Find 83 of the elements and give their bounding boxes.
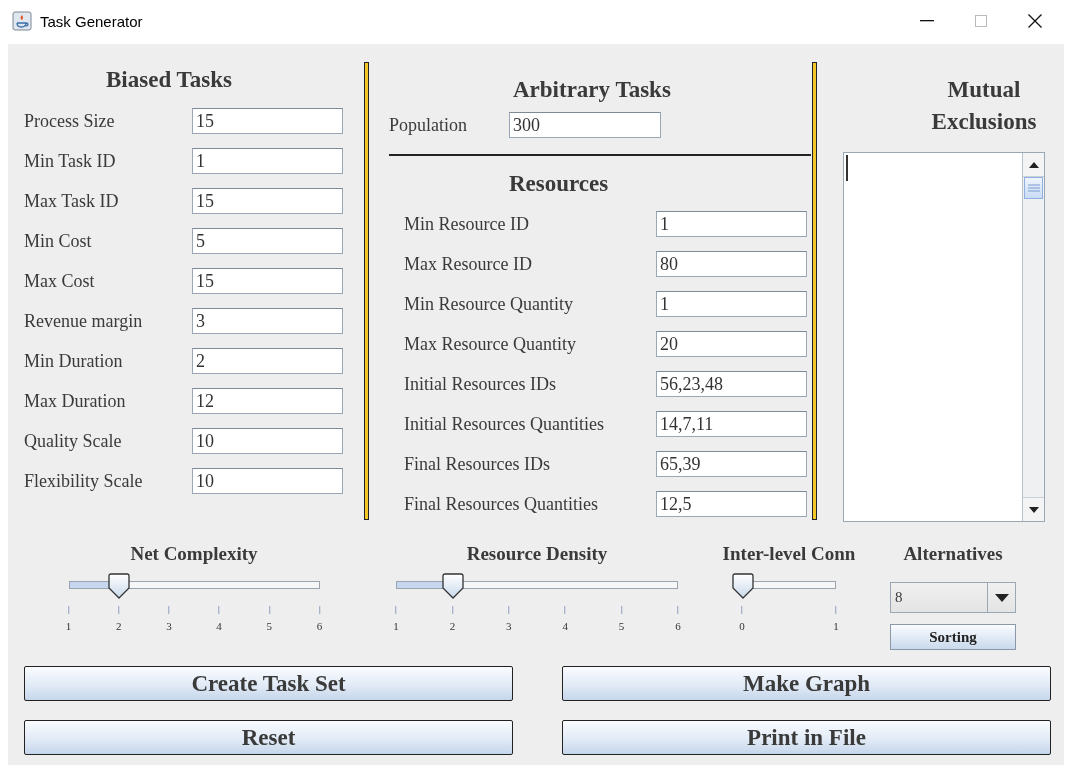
section-title: Biased Tasks bbox=[105, 66, 233, 94]
field-label: Max Resource Quantity bbox=[404, 333, 577, 355]
input-field[interactable]: 5 bbox=[192, 228, 343, 254]
scroll-thumb[interactable] bbox=[1024, 177, 1043, 199]
scroll-down-button[interactable] bbox=[1023, 497, 1044, 521]
slider-thumb[interactable] bbox=[731, 573, 755, 599]
input-field[interactable]: 15 bbox=[192, 108, 343, 134]
sorting-button[interactable]: Sorting bbox=[890, 624, 1016, 650]
section-title: Resources bbox=[508, 170, 610, 198]
field-label: Final Resources IDs bbox=[404, 453, 551, 475]
field-label: Min Cost bbox=[24, 230, 93, 252]
slider-label: Net Complexity bbox=[130, 542, 258, 566]
window-title: Task Generator bbox=[40, 12, 144, 30]
input-field[interactable]: 20 bbox=[656, 331, 807, 357]
action-button[interactable]: Print in File bbox=[562, 720, 1051, 755]
field-label: Process Size bbox=[24, 110, 116, 132]
minimize-icon bbox=[920, 20, 934, 22]
section-title: Mutual Exclusions bbox=[930, 76, 1038, 136]
tick-label: 5 bbox=[266, 606, 273, 632]
field-label: Max Cost bbox=[24, 270, 96, 292]
tick-label: 5 bbox=[618, 606, 625, 632]
input-field[interactable]: 300 bbox=[509, 112, 661, 138]
app-icon bbox=[12, 11, 32, 31]
tick-label: 2 bbox=[115, 606, 122, 632]
tick-label: 1 bbox=[65, 606, 72, 632]
tick-label: 2 bbox=[449, 606, 456, 632]
down-arrow-icon bbox=[1028, 506, 1039, 513]
input-field[interactable]: 3 bbox=[192, 308, 343, 334]
slider-thumb[interactable] bbox=[107, 573, 132, 599]
field-label: Initial Resources IDs bbox=[404, 373, 557, 395]
field-label: Initial Resources Quantities bbox=[404, 413, 605, 435]
action-button[interactable]: Create Task Set bbox=[24, 666, 513, 701]
dropdown-arrow-icon bbox=[994, 593, 1009, 602]
tick-label: 1 bbox=[833, 606, 839, 632]
alternatives-label: Alternatives bbox=[903, 542, 1003, 566]
dropdown-value: 8 bbox=[894, 589, 904, 606]
field-label: Min Duration bbox=[24, 350, 124, 372]
tick-label: 3 bbox=[506, 606, 512, 632]
close-icon bbox=[1028, 14, 1042, 28]
input-field[interactable]: 1 bbox=[656, 291, 807, 317]
tick-label: 3 bbox=[166, 606, 172, 632]
field-label: Quality Scale bbox=[24, 430, 123, 452]
field-label: Population bbox=[389, 114, 468, 136]
input-field[interactable]: 10 bbox=[192, 468, 343, 494]
tick-label: 6 bbox=[316, 606, 323, 632]
field-label: Min Resource Quantity bbox=[404, 293, 574, 315]
field-label: Max Task ID bbox=[24, 190, 120, 212]
alternatives-dropdown[interactable]: 8 bbox=[890, 582, 1016, 613]
field-label: Max Duration bbox=[24, 390, 127, 412]
up-arrow-icon bbox=[1028, 161, 1039, 168]
maximize-icon bbox=[975, 15, 987, 27]
input-field[interactable]: 2 bbox=[192, 348, 343, 374]
input-field[interactable]: 80 bbox=[656, 251, 807, 277]
field-label: Final Resources Quantities bbox=[404, 493, 599, 515]
tick-label: 4 bbox=[216, 606, 222, 632]
input-field[interactable]: 15 bbox=[192, 268, 343, 294]
input-field[interactable]: 12,5 bbox=[656, 491, 807, 517]
input-field[interactable]: 1 bbox=[656, 211, 807, 237]
tick-label: 6 bbox=[675, 606, 681, 632]
field-label: Max Resource ID bbox=[404, 253, 533, 275]
input-field[interactable]: 15 bbox=[192, 188, 343, 214]
grip-icon bbox=[1027, 184, 1040, 192]
slider-label: Inter-level Conn bbox=[722, 542, 856, 566]
scrollbar[interactable] bbox=[1022, 153, 1044, 521]
tick-label: 0 bbox=[739, 606, 745, 632]
input-field[interactable]: 10 bbox=[192, 428, 343, 454]
tick-label: 4 bbox=[562, 606, 568, 632]
action-button[interactable]: Reset bbox=[24, 720, 513, 755]
input-field[interactable]: 56,23,48 bbox=[656, 371, 807, 397]
input-field[interactable]: 12 bbox=[192, 388, 343, 414]
field-label: Flexibility Scale bbox=[24, 470, 144, 492]
tick-label: 1 bbox=[393, 606, 399, 632]
slider-thumb[interactable] bbox=[441, 573, 465, 599]
slider-label: Resource Density bbox=[466, 542, 608, 566]
field-label: Min Task ID bbox=[24, 150, 117, 172]
input-field[interactable]: 65,39 bbox=[656, 451, 807, 477]
action-button[interactable]: Make Graph bbox=[562, 666, 1051, 701]
input-field[interactable]: 14,7,11 bbox=[656, 411, 807, 437]
scroll-up-button[interactable] bbox=[1023, 153, 1044, 177]
section-title: Arbitrary Tasks bbox=[512, 76, 672, 104]
field-label: Revenue margin bbox=[24, 310, 144, 332]
field-label: Min Resource ID bbox=[404, 213, 530, 235]
input-field[interactable]: 1 bbox=[192, 148, 343, 174]
